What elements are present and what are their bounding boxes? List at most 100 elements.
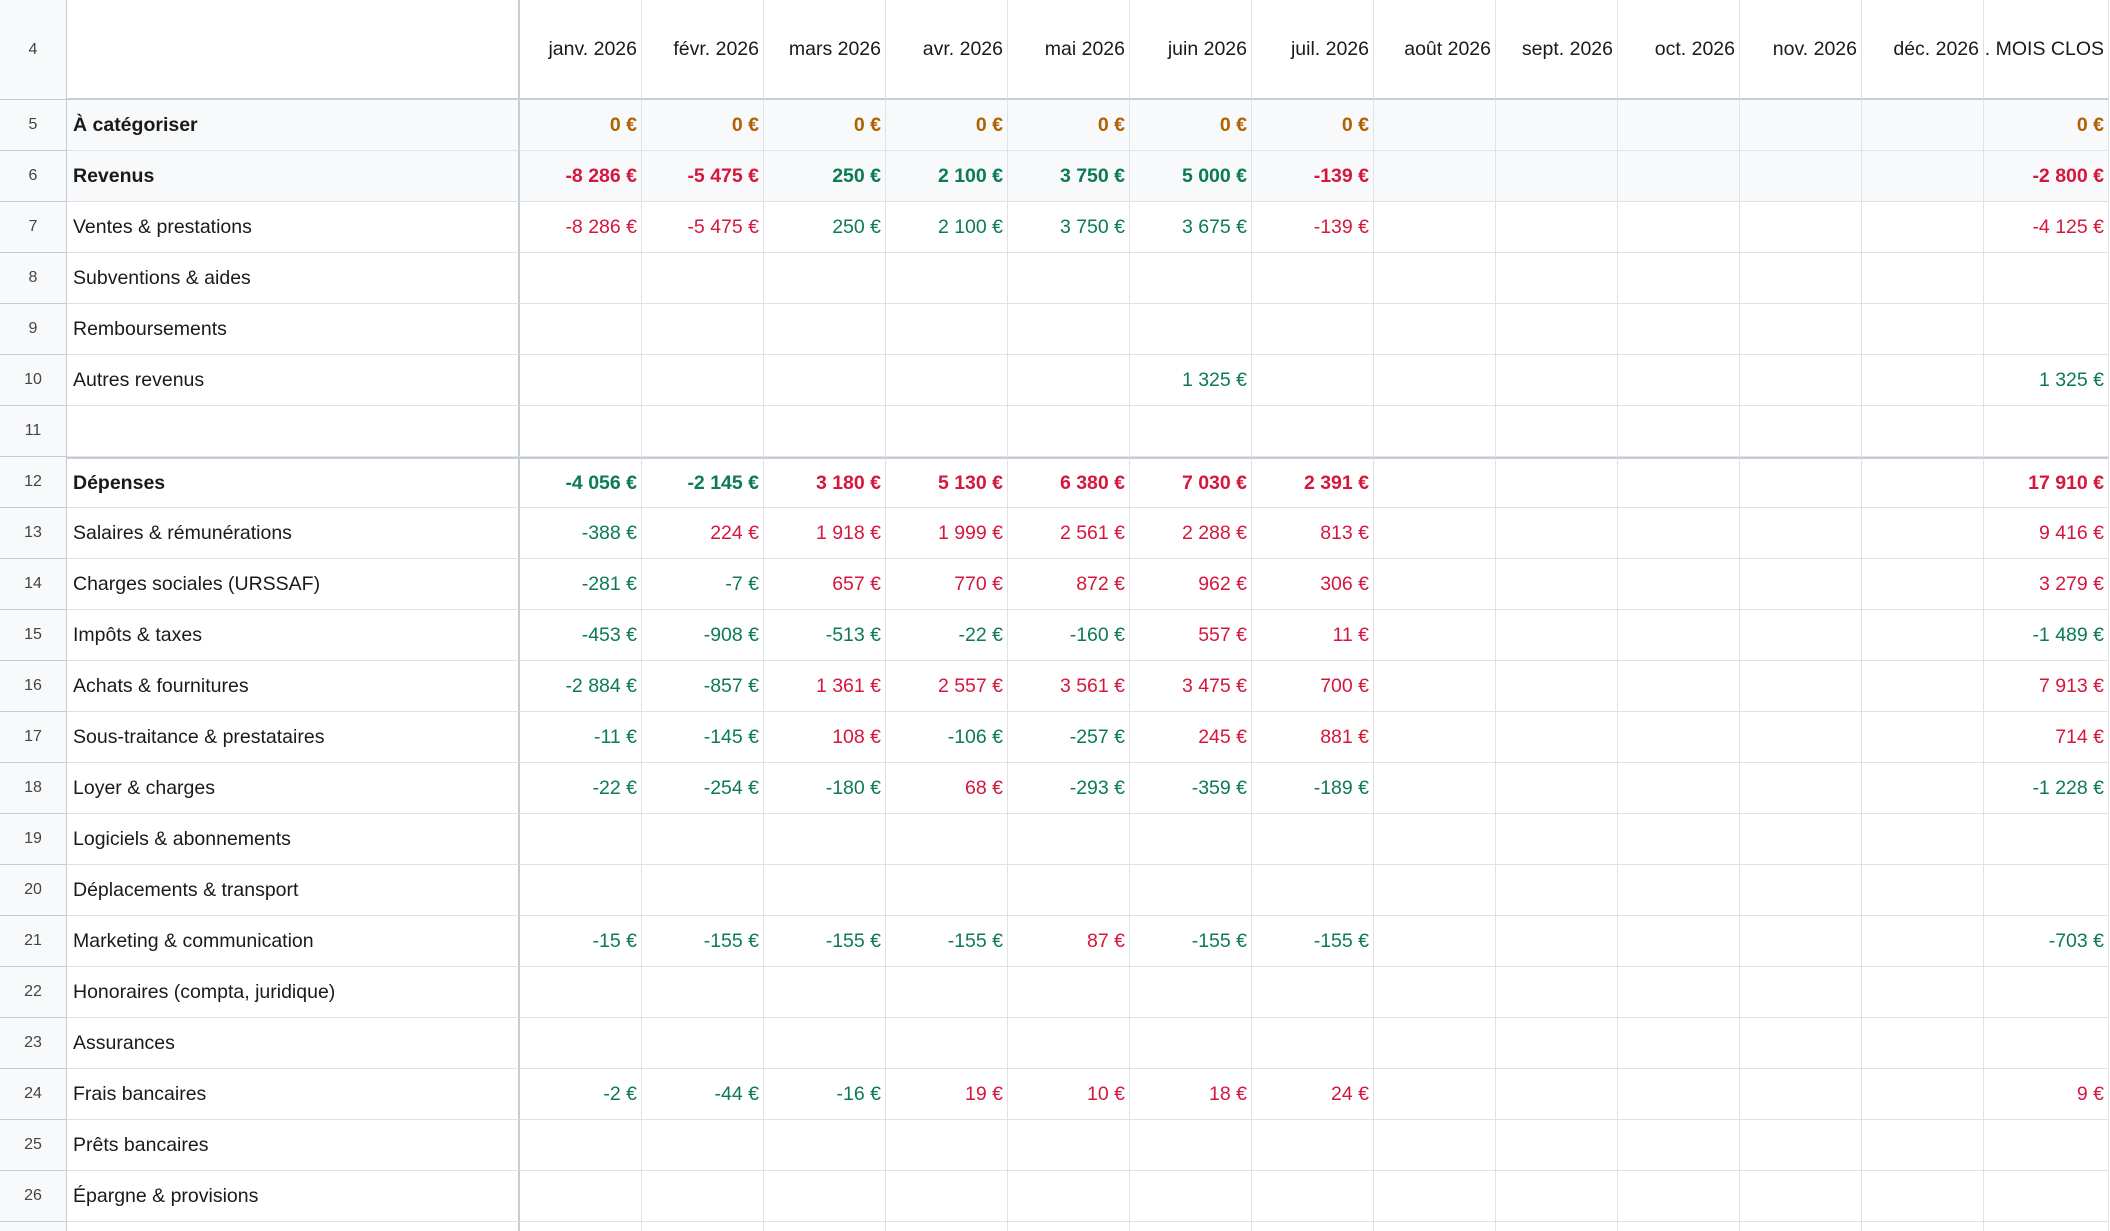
value-cell[interactable]: -2 145 € [642,457,764,508]
value-cell[interactable] [1618,661,1740,712]
value-cell[interactable]: -8 286 € [520,202,642,253]
category-label[interactable]: Honoraires (compta, juridique) [67,967,520,1018]
value-cell[interactable]: -5 475 € [642,151,764,202]
category-label[interactable]: Prêts bancaires [67,1120,520,1171]
value-cell[interactable] [1374,355,1496,406]
value-cell[interactable] [1984,1171,2109,1222]
value-cell[interactable] [886,355,1008,406]
value-cell[interactable] [1862,865,1984,916]
value-cell[interactable] [1496,406,1618,457]
value-cell[interactable]: -4 056 € [520,457,642,508]
header-label-cell[interactable] [67,0,520,100]
value-cell[interactable] [642,253,764,304]
value-cell[interactable]: -155 € [886,916,1008,967]
value-cell[interactable] [1374,508,1496,559]
value-cell[interactable] [764,406,886,457]
value-cell[interactable] [1618,865,1740,916]
value-cell[interactable] [1740,916,1862,967]
value-cell[interactable]: -155 € [1130,916,1252,967]
value-cell[interactable] [1618,916,1740,967]
value-cell[interactable]: 0 € [886,100,1008,151]
value-cell[interactable]: 2 288 € [1130,508,1252,559]
value-cell[interactable] [1618,100,1740,151]
value-cell[interactable] [1130,814,1252,865]
value-cell[interactable]: -8 286 € [520,151,642,202]
value-cell[interactable] [1252,1018,1374,1069]
value-cell[interactable] [1740,559,1862,610]
value-cell[interactable] [886,304,1008,355]
value-cell[interactable] [764,865,886,916]
month-header[interactable]: avr. 2026 [886,0,1008,100]
value-cell[interactable] [642,865,764,916]
value-cell[interactable] [1862,1171,1984,1222]
value-cell[interactable] [1130,304,1252,355]
value-cell[interactable]: 2 100 € [886,151,1008,202]
value-cell[interactable] [1252,967,1374,1018]
value-cell[interactable] [1618,406,1740,457]
value-cell[interactable]: 0 € [1008,100,1130,151]
value-cell[interactable] [1618,304,1740,355]
value-cell[interactable] [1008,304,1130,355]
value-cell[interactable] [1496,916,1618,967]
value-cell[interactable] [1740,1171,1862,1222]
value-cell[interactable] [1984,1222,2109,1231]
value-cell[interactable] [1740,610,1862,661]
value-cell[interactable] [764,1120,886,1171]
category-label[interactable]: Subventions & aides [67,253,520,304]
value-cell[interactable] [1862,355,1984,406]
value-cell[interactable]: 1 999 € [886,508,1008,559]
value-cell[interactable]: 7 913 € [1984,661,2109,712]
value-cell[interactable] [1374,202,1496,253]
month-header[interactable]: déc. 2026 [1862,0,1984,100]
value-cell[interactable] [1496,1069,1618,1120]
value-cell[interactable] [1496,457,1618,508]
value-cell[interactable] [1618,712,1740,763]
category-label[interactable]: Autres revenus [67,355,520,406]
value-cell[interactable]: 813 € [1252,508,1374,559]
value-cell[interactable]: 6 380 € [1008,457,1130,508]
value-cell[interactable]: 3 675 € [1130,202,1252,253]
value-cell[interactable] [1740,865,1862,916]
value-cell[interactable] [1008,253,1130,304]
month-header[interactable]: août 2026 [1374,0,1496,100]
value-cell[interactable] [1862,304,1984,355]
category-label[interactable]: Loyer & charges [67,763,520,814]
value-cell[interactable]: -155 € [1252,916,1374,967]
value-cell[interactable]: 557 € [1130,610,1252,661]
value-cell[interactable] [1374,406,1496,457]
value-cell[interactable] [520,304,642,355]
value-cell[interactable] [1496,253,1618,304]
value-cell[interactable] [1984,253,2109,304]
value-cell[interactable]: 87 € [1008,916,1130,967]
value-cell[interactable] [1130,865,1252,916]
value-cell[interactable]: 10 € [1008,1069,1130,1120]
value-cell[interactable]: 11 € [1252,610,1374,661]
value-cell[interactable] [1374,712,1496,763]
value-cell[interactable] [1740,100,1862,151]
value-cell[interactable] [520,1018,642,1069]
value-cell[interactable]: -1 489 € [1984,610,2109,661]
value-cell[interactable]: -908 € [642,610,764,661]
value-cell[interactable]: 0 € [642,100,764,151]
month-header[interactable]: nov. 2026 [1740,0,1862,100]
value-cell[interactable] [1740,712,1862,763]
value-cell[interactable]: -4 125 € [1984,202,2109,253]
value-cell[interactable] [1984,406,2109,457]
value-cell[interactable]: 68 € [886,763,1008,814]
value-cell[interactable] [1496,1120,1618,1171]
value-cell[interactable] [886,1120,1008,1171]
value-cell[interactable] [1740,457,1862,508]
value-cell[interactable] [1862,202,1984,253]
value-cell[interactable]: 3 180 € [764,457,886,508]
value-cell[interactable] [1862,1069,1984,1120]
month-header[interactable]: juil. 2026 [1252,0,1374,100]
value-cell[interactable] [886,814,1008,865]
value-cell[interactable] [1496,304,1618,355]
category-label[interactable]: À catégoriser [67,100,520,151]
value-cell[interactable] [1618,355,1740,406]
value-cell[interactable] [1374,304,1496,355]
value-cell[interactable] [1862,763,1984,814]
value-cell[interactable] [1374,661,1496,712]
value-cell[interactable] [1740,1018,1862,1069]
value-cell[interactable]: 872 € [1008,559,1130,610]
